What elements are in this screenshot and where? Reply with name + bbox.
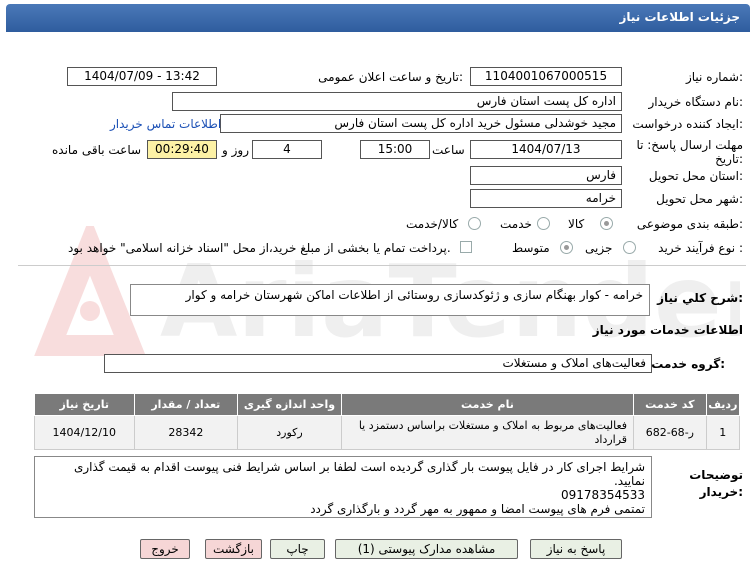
deadline-time-label: ساعت <box>432 143 465 157</box>
deadline-label: مهلت ارسال پاسخ: تا تاريخ: <box>636 138 743 166</box>
category-label: طبقه بندی موضوعی: <box>636 217 743 231</box>
notes-label: توضيحات خريدار: <box>689 468 743 499</box>
buyer-field: اداره کل پست استان فارس <box>172 92 622 111</box>
exit-button[interactable]: خروج <box>140 539 190 559</box>
notes-line-2: 09178354533 <box>561 488 645 502</box>
cell-date: 1404/12/10 <box>34 415 135 450</box>
announce-field: 1404/07/09 - 13:42 <box>67 67 217 86</box>
category-option-service: خدمت <box>500 217 532 231</box>
notes-line-1: شرایط اجرای کار در فایل پیوست بار گذاری … <box>73 460 645 488</box>
cell-unit: رکورد <box>237 415 342 450</box>
service-group-field: فعاليت‌های املاک و مستغلات <box>104 354 652 373</box>
province-label: استان محل تحويل: <box>648 169 743 183</box>
remaining-time-field: 00:29:40 <box>147 140 217 159</box>
summary-label: شرح كلي نياز: <box>657 291 743 305</box>
category-radio-goods[interactable] <box>600 217 613 230</box>
col-header-unit: واحد اندازه گيری <box>237 393 342 416</box>
category-radio-goods-service[interactable] <box>468 217 481 230</box>
category-option-goods: کالا <box>568 217 585 231</box>
creator-label: ايجاد کننده درخواست: <box>632 117 743 131</box>
notes-textarea[interactable]: شرایط اجرای کار در فایل پیوست بار گذاری … <box>34 456 652 518</box>
treasury-payment-note: پرداخت تمام يا بخشی از مبلغ خريد،از محل … <box>68 241 451 255</box>
creator-field: مجید خوشدلی مسئول خرید اداره کل پست استا… <box>220 114 622 133</box>
category-radio-service[interactable] <box>537 217 550 230</box>
process-label: نوع فرآيند خريد : <box>658 241 743 255</box>
back-button[interactable]: بازگشت <box>205 539 262 559</box>
respond-button[interactable]: پاسخ به نياز <box>530 539 622 559</box>
view-attachments-button[interactable]: مشاهده مدارک پيوستی (1) <box>335 539 518 559</box>
table-row: 1 ر-68-682 فعالیت‌های مربوط به املاک و م… <box>34 415 741 450</box>
table-header-row: رديف کد خدمت نام خدمت واحد اندازه گيری ت… <box>34 393 741 416</box>
city-field: خرامه <box>470 189 622 208</box>
announce-label: تاريخ و ساعت اعلان عمومی: <box>318 70 463 84</box>
col-header-quantity: تعداد / مقدار <box>133 393 239 416</box>
remaining-label: ساعت باقی مانده <box>52 143 142 157</box>
notes-line-3: تمتمی فرم های پیوست امضا و ممهور به مهر … <box>310 502 645 516</box>
cell-row-num: 1 <box>705 415 741 450</box>
service-group-label: گروه خدمت: <box>651 357 725 371</box>
province-field: فارس <box>470 166 622 185</box>
cell-quantity: 28342 <box>133 415 239 450</box>
deadline-date-field: 1404/07/13 <box>470 140 622 159</box>
col-header-date: تاريخ نياز <box>34 393 135 416</box>
deadline-time-field: 15:00 <box>360 140 430 159</box>
city-label: شهر محل تحويل: <box>656 192 743 206</box>
services-section-title: اطلاعات خدمات مورد نياز <box>592 323 743 337</box>
col-header-row-num: رديف <box>705 393 741 416</box>
process-option-medium: متوسط <box>512 241 550 255</box>
treasury-payment-checkbox[interactable] <box>460 241 472 253</box>
cell-name: فعالیت‌های مربوط به املاک و مستغلات براس… <box>340 415 635 450</box>
category-option-goods-service: کالا/خدمت <box>406 217 459 231</box>
cell-code: ر-68-682 <box>633 415 707 450</box>
need-number-field: 1104001067000515 <box>470 67 622 86</box>
contact-buyer-link[interactable]: اطلاعات تماس خريدار <box>110 117 221 131</box>
process-radio-medium[interactable] <box>560 241 573 254</box>
process-radio-minor[interactable] <box>623 241 636 254</box>
days-label: روز و <box>222 143 249 157</box>
page-header: جزئيات اطلاعات نياز <box>6 4 750 32</box>
need-number-label: شماره نياز: <box>685 70 743 84</box>
page-title: جزئيات اطلاعات نياز <box>619 10 740 24</box>
days-field: 4 <box>252 140 322 159</box>
summary-textarea[interactable]: خرامه - کوار بهنگام سازی و ژئوکدسازی روس… <box>130 284 650 316</box>
print-button[interactable]: چاپ <box>270 539 325 559</box>
col-header-name: نام خدمت <box>340 393 635 416</box>
buyer-label: نام دستگاه خريدار: <box>648 95 744 109</box>
services-table: رديف کد خدمت نام خدمت واحد اندازه گيری ت… <box>34 393 741 450</box>
divider <box>18 265 746 266</box>
col-header-code: کد خدمت <box>633 393 707 416</box>
process-option-minor: جزيی <box>585 241 613 255</box>
